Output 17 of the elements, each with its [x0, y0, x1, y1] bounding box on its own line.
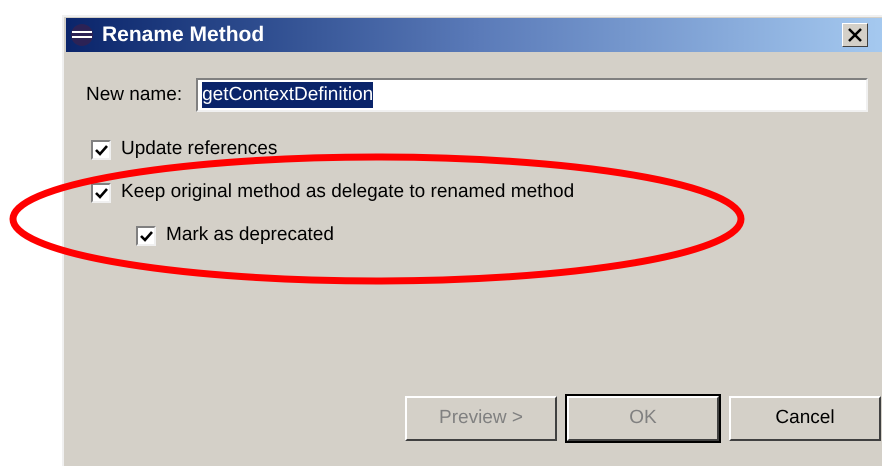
- checkmark-icon: [140, 230, 152, 242]
- checkbox-label: Mark as deprecated: [166, 223, 334, 248]
- checkbox[interactable]: [91, 140, 111, 160]
- field-label: New name:: [86, 82, 182, 107]
- dialog-button[interactable]: Cancel: [729, 396, 881, 441]
- checkbox-label: Keep original method as delegate to renamed method: [121, 180, 574, 204]
- close-button[interactable]: [842, 23, 868, 47]
- name-field[interactable]: getContextDefinition: [196, 78, 868, 112]
- checkmark-icon: [94, 186, 108, 198]
- checkbox-label: Update references: [121, 137, 278, 162]
- checkmark-icon: [94, 144, 108, 156]
- sphere-icon: [70, 23, 94, 47]
- checkbox[interactable]: [136, 226, 156, 246]
- checkbox[interactable]: [91, 182, 111, 202]
- window-title: Rename Method: [102, 22, 264, 48]
- selected-text: getContextDefinition: [202, 82, 374, 108]
- close-icon: [848, 28, 862, 42]
